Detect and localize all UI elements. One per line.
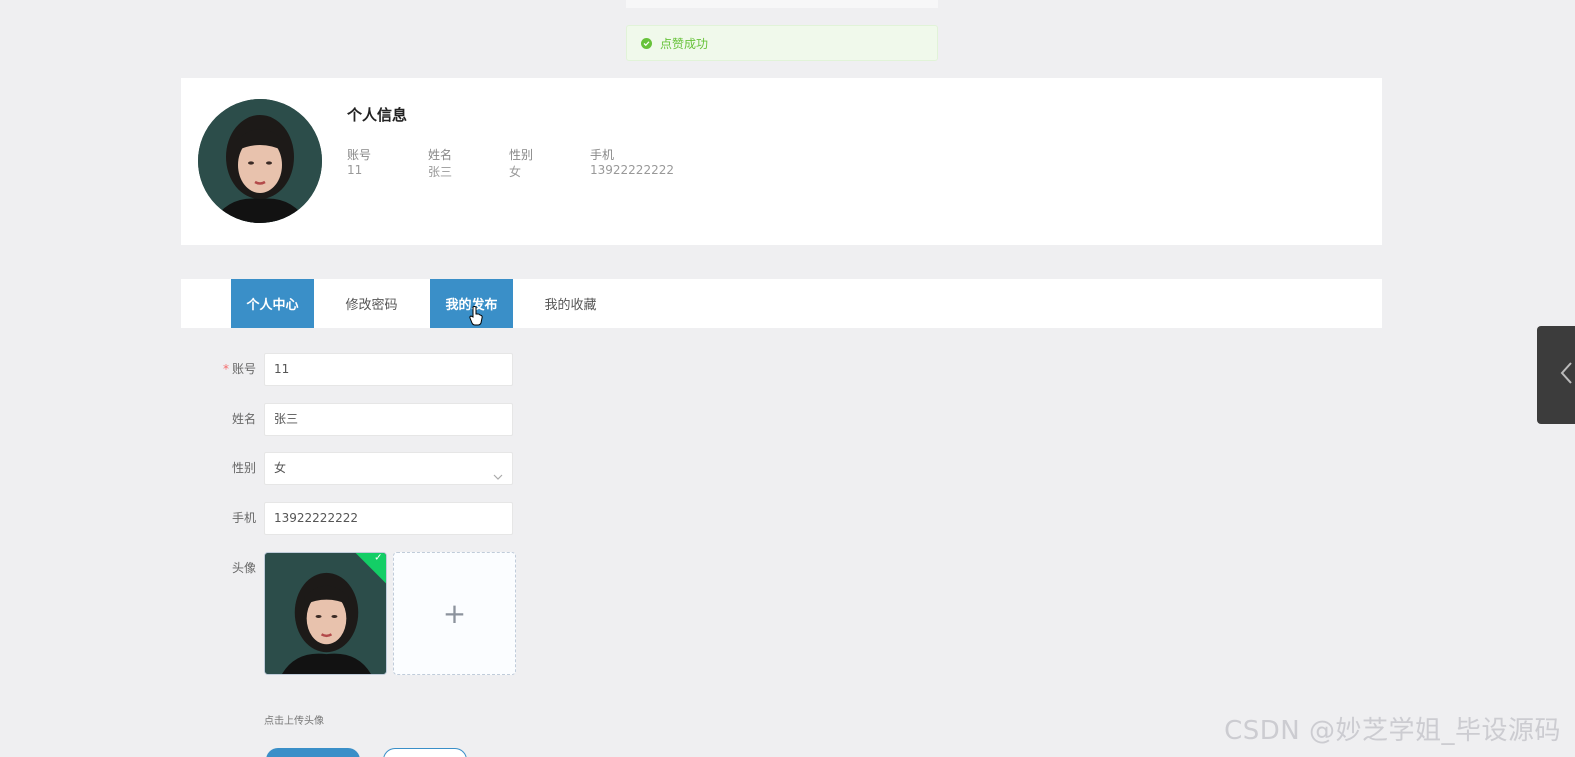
chevron-left-icon [1559,361,1573,389]
check-icon: ✓ [374,552,383,564]
account-label: * 账号 [196,353,256,386]
name-label: 姓名 [231,412,256,426]
page: 点赞成功 个人信息 账号 11 姓名 张三 性别 女 手机 1392222222… [0,0,1575,757]
account-label-text: 账号 [231,362,256,376]
success-toast: 点赞成功 [626,25,938,61]
phone-input[interactable]: 13922222222 [264,502,513,535]
tab-bar: 个人中心 修改密码 我的发布 我的收藏 [181,279,1382,328]
info-name: 姓名 张三 [428,146,452,180]
info-gender: 性别 女 [509,146,533,180]
submit-button[interactable] [266,748,360,757]
hand-cursor-icon [469,306,483,330]
info-label: 姓名 [428,148,453,162]
gender-value: 女 [274,461,287,475]
name-input[interactable]: 张三 [264,403,513,436]
form-row-avatar: 头像 [0,552,1575,585]
info-label: 性别 [509,148,534,162]
info-value: 女 [509,165,522,179]
info-phone: 手机 13922222222 [590,146,674,177]
tab-change-password[interactable]: 修改密码 [330,279,413,328]
check-circle-icon [641,37,652,49]
phone-label: 手机 [231,511,256,525]
chevron-down-icon [493,463,503,494]
info-label: 手机 [590,148,615,162]
tab-my-favorites[interactable]: 我的收藏 [529,279,612,328]
form-row-name: 姓名 张三 [0,403,1575,436]
watermark: CSDN @妙芝学姐_毕设源码 [1224,716,1561,746]
info-account: 账号 11 [347,146,371,177]
uploaded-avatar-thumb[interactable]: ✓ [264,552,387,675]
gender-select[interactable]: 女 [264,452,513,485]
info-label: 账号 [347,148,372,162]
profile-title: 个人信息 [347,106,408,124]
upload-hint: 点击上传头像 [264,716,324,727]
logout-button[interactable] [383,748,467,757]
info-value: 张三 [428,165,453,179]
form-row-gender: 性别 女 [0,452,1575,485]
info-value: 13922222222 [590,163,674,177]
profile-avatar [198,99,322,223]
plus-icon: + [442,597,467,630]
account-input[interactable]: 11 [264,353,513,386]
gender-label: 性别 [231,461,256,475]
form-row-account: * 账号 11 [0,353,1575,386]
side-drawer-toggle[interactable] [1537,326,1575,424]
avatar-label: 头像 [231,561,256,575]
top-strip [626,0,938,8]
profile-card: 个人信息 账号 11 姓名 张三 性别 女 手机 13922222222 [181,78,1382,245]
tab-personal-center[interactable]: 个人中心 [231,279,314,328]
toast-message: 点赞成功 [660,36,709,51]
info-value: 11 [347,163,363,177]
upload-add-button[interactable]: + [393,552,516,675]
form-row-phone: 手机 13922222222 [0,502,1575,535]
required-mark: * [222,362,229,376]
